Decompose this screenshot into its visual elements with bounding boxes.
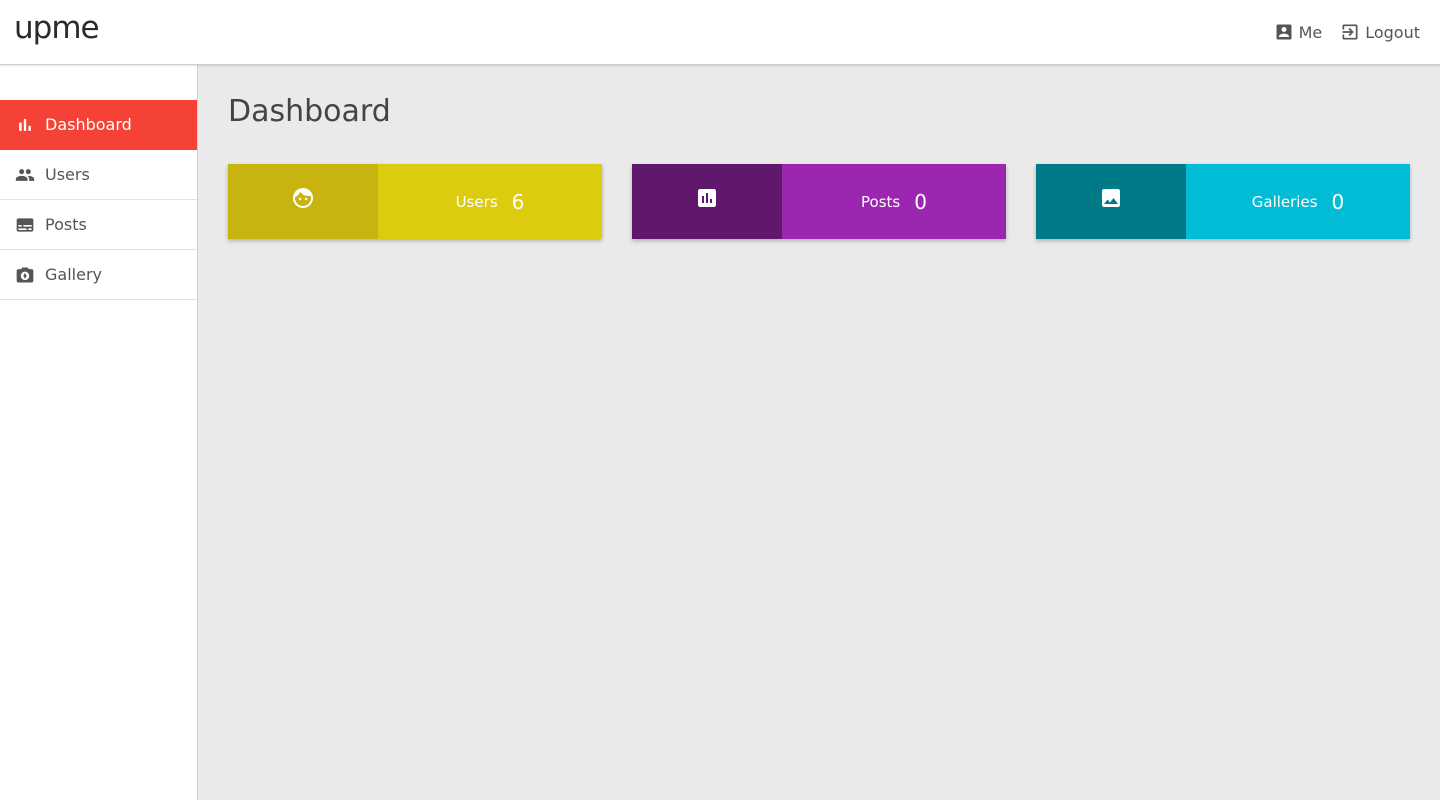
sidebar-nav: Dashboard Users Posts Gallery	[0, 100, 197, 300]
top-actions: Me Logout	[1274, 22, 1420, 42]
card-body: Posts 0	[782, 164, 1006, 239]
exit-icon	[1342, 24, 1358, 40]
sidebar-item-posts[interactable]: Posts	[0, 200, 197, 250]
account-box-icon	[1276, 24, 1292, 40]
sidebar-item-dashboard[interactable]: Dashboard	[0, 100, 197, 150]
page-title: Dashboard	[228, 94, 391, 129]
me-label: Me	[1298, 22, 1323, 42]
bar-chart-icon	[19, 118, 31, 131]
posts-stat-card[interactable]: Posts 0	[632, 164, 1006, 239]
sidebar: Dashboard Users Posts Gallery	[0, 65, 198, 800]
poll-icon	[698, 189, 716, 207]
image-icon	[1102, 189, 1120, 207]
card-label: Galleries	[1251, 192, 1318, 211]
card-icon-panel	[632, 164, 782, 239]
card-label: Posts	[861, 192, 901, 211]
sidebar-item-label: Dashboard	[45, 115, 132, 134]
subtitles-icon	[16, 217, 34, 232]
face-icon	[293, 188, 313, 208]
card-count: 6	[511, 189, 525, 214]
card-icon-panel	[1036, 164, 1186, 239]
card-icon-panel	[228, 164, 378, 239]
sidebar-item-label: Users	[45, 165, 90, 184]
card-body: Users 6	[378, 164, 602, 239]
card-count: 0	[1331, 189, 1345, 214]
top-bar: upme Me Logout	[0, 0, 1440, 65]
galleries-stat-card[interactable]: Galleries 0	[1036, 164, 1410, 239]
me-link[interactable]: Me	[1274, 22, 1323, 42]
sidebar-item-gallery[interactable]: Gallery	[0, 250, 197, 300]
users-stat-card[interactable]: Users 6	[228, 164, 602, 239]
sidebar-item-users[interactable]: Users	[0, 150, 197, 200]
app-logo[interactable]: upme	[14, 10, 100, 46]
people-icon	[15, 168, 35, 181]
card-count: 0	[914, 189, 927, 214]
sidebar-item-label: Posts	[45, 215, 87, 234]
camera-icon	[16, 267, 34, 282]
logout-label: Logout	[1365, 22, 1420, 42]
logout-link[interactable]: Logout	[1340, 22, 1420, 42]
card-body: Galleries 0	[1186, 164, 1410, 239]
sidebar-item-label: Gallery	[45, 265, 102, 284]
card-label: Users	[455, 192, 498, 211]
